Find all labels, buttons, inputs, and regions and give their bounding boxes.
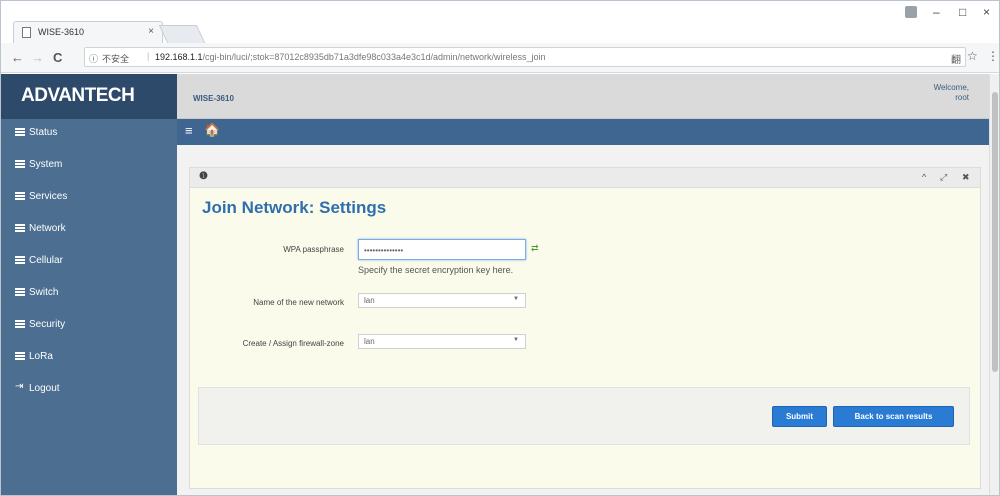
sidebar-item-label: Status: [29, 127, 58, 138]
forward-button[interactable]: →: [31, 50, 44, 65]
advantech-logo[interactable]: ADVANTECH: [1, 74, 177, 119]
network-name-select[interactable]: lan ▼: [358, 293, 526, 308]
sidebar-item-label: Cellular: [29, 255, 63, 266]
bookmark-star-icon[interactable]: ☆: [967, 49, 978, 63]
new-tab-button[interactable]: [158, 25, 206, 43]
chevron-down-icon: ▼: [513, 337, 519, 343]
info-icon: ❶: [199, 171, 208, 182]
url-text: 192.168.1.1/cgi-bin/luci/;stok=87012c893…: [155, 52, 546, 62]
back-to-scan-results-button[interactable]: Back to scan results: [833, 406, 954, 427]
browser-tab[interactable]: WISE-3610 ×: [13, 21, 163, 44]
network-name-label: Name of the new network: [253, 298, 344, 307]
url-separator: |: [147, 51, 150, 61]
page-scrollbar[interactable]: [989, 74, 999, 495]
back-button[interactable]: ←: [11, 50, 24, 65]
tab-close-icon[interactable]: ×: [148, 26, 154, 37]
firewall-zone-select[interactable]: lan ▼: [358, 334, 526, 349]
sidebar-item-lora[interactable]: LoRa: [1, 343, 177, 371]
app-header: ADVANTECH WISE-3610 Welcome, root: [1, 74, 989, 119]
firewall-zone-label: Create / Assign firewall-zone: [242, 339, 344, 348]
device-name: WISE-3610: [193, 94, 234, 103]
firewall-zone-value: lan: [364, 337, 375, 346]
wpa-passphrase-label: WPA passphrase: [283, 245, 344, 254]
browser-menu-icon[interactable]: ⋮: [987, 49, 999, 63]
form-actions: Submit Back to scan results: [198, 387, 970, 445]
expand-icon[interactable]: ⤢: [940, 172, 947, 183]
list-icon: [15, 288, 25, 296]
profile-icon[interactable]: [905, 6, 917, 18]
url-host: 192.168.1.1: [155, 52, 203, 62]
welcome-user: Welcome, root: [934, 83, 969, 103]
sidebar-item-switch[interactable]: Switch: [1, 279, 177, 307]
tab-title: WISE-3610: [38, 27, 85, 37]
sidebar-item-label: Services: [29, 191, 68, 202]
reveal-password-icon[interactable]: ⇄: [531, 243, 539, 254]
sidebar-item-logout[interactable]: ⇥ Logout: [1, 375, 177, 403]
home-icon[interactable]: 🏠: [204, 122, 220, 138]
chevron-down-icon: ▼: [513, 296, 519, 302]
sidebar-item-label: Network: [29, 223, 66, 234]
sidebar-item-network[interactable]: Network: [1, 215, 177, 243]
wpa-passphrase-input[interactable]: ••••••••••••••: [358, 239, 526, 260]
sidebar-item-cellular[interactable]: Cellular: [1, 247, 177, 275]
sidebar-item-label: LoRa: [29, 351, 53, 362]
logout-icon: ⇥: [15, 381, 24, 392]
document-icon: [22, 27, 31, 38]
settings-panel: ❶ ^ ⤢ ✖ Join Network: Settings WPA passp…: [189, 167, 981, 489]
list-icon: [15, 224, 25, 232]
submit-button[interactable]: Submit: [772, 406, 827, 427]
welcome-text: Welcome,: [933, 83, 969, 92]
username: root: [955, 93, 969, 102]
minimize-button[interactable]: –: [933, 5, 940, 19]
sidebar-item-label: Security: [29, 319, 66, 330]
close-window-button[interactable]: ×: [983, 5, 990, 19]
menu-toggle-icon[interactable]: ≡: [185, 123, 193, 138]
list-icon: [15, 160, 25, 168]
sidebar-item-label: System: [29, 159, 63, 170]
sidebar-item-label: Switch: [29, 287, 59, 298]
network-name-value: lan: [364, 296, 375, 305]
panel-header: ❶ ^ ⤢ ✖: [190, 168, 980, 188]
list-icon: [15, 192, 25, 200]
sidebar-item-status[interactable]: Status: [1, 119, 177, 147]
insecure-label: 不安全: [102, 54, 130, 64]
list-icon: [15, 352, 25, 360]
wpa-passphrase-hint: Specify the secret encryption key here.: [358, 265, 514, 275]
sidebar-item-security[interactable]: Security: [1, 311, 177, 339]
translate-icon[interactable]: 翻: [951, 51, 961, 66]
list-icon: [15, 128, 25, 136]
page-title: Join Network: Settings: [202, 198, 387, 217]
tab-strip: WISE-3610 × – □ ×: [1, 1, 999, 44]
list-icon: [15, 256, 25, 264]
logo-text: ADVANTECH: [21, 85, 135, 106]
close-panel-icon[interactable]: ✖: [962, 172, 970, 183]
address-bar[interactable]: ⓘ 不安全 | 192.168.1.1/cgi-bin/luci/;stok=8…: [84, 47, 966, 67]
sidebar-item-system[interactable]: System: [1, 151, 177, 179]
browser-window: WISE-3610 × – □ × ← → C ⓘ 不安全 | 192.168.…: [0, 0, 1000, 496]
maximize-button[interactable]: □: [959, 5, 966, 19]
top-nav-bar: ≡ 🏠: [177, 119, 989, 145]
url-path: /cgi-bin/luci/;stok=87012c8935db71a3dfe9…: [202, 52, 546, 62]
reload-button[interactable]: C: [53, 50, 62, 65]
info-icon[interactable]: ⓘ: [89, 52, 98, 65]
page-content: ADVANTECH WISE-3610 Welcome, root Status…: [1, 74, 989, 495]
sidebar: Status System Services Network Cellular …: [1, 119, 177, 495]
sidebar-item-label: Logout: [29, 383, 60, 394]
list-icon: [15, 320, 25, 328]
collapse-icon[interactable]: ^: [922, 172, 926, 182]
sidebar-item-services[interactable]: Services: [1, 183, 177, 211]
scrollbar-thumb[interactable]: [992, 92, 998, 372]
browser-toolbar: ← → C ⓘ 不安全 | 192.168.1.1/cgi-bin/luci/;…: [1, 43, 999, 73]
